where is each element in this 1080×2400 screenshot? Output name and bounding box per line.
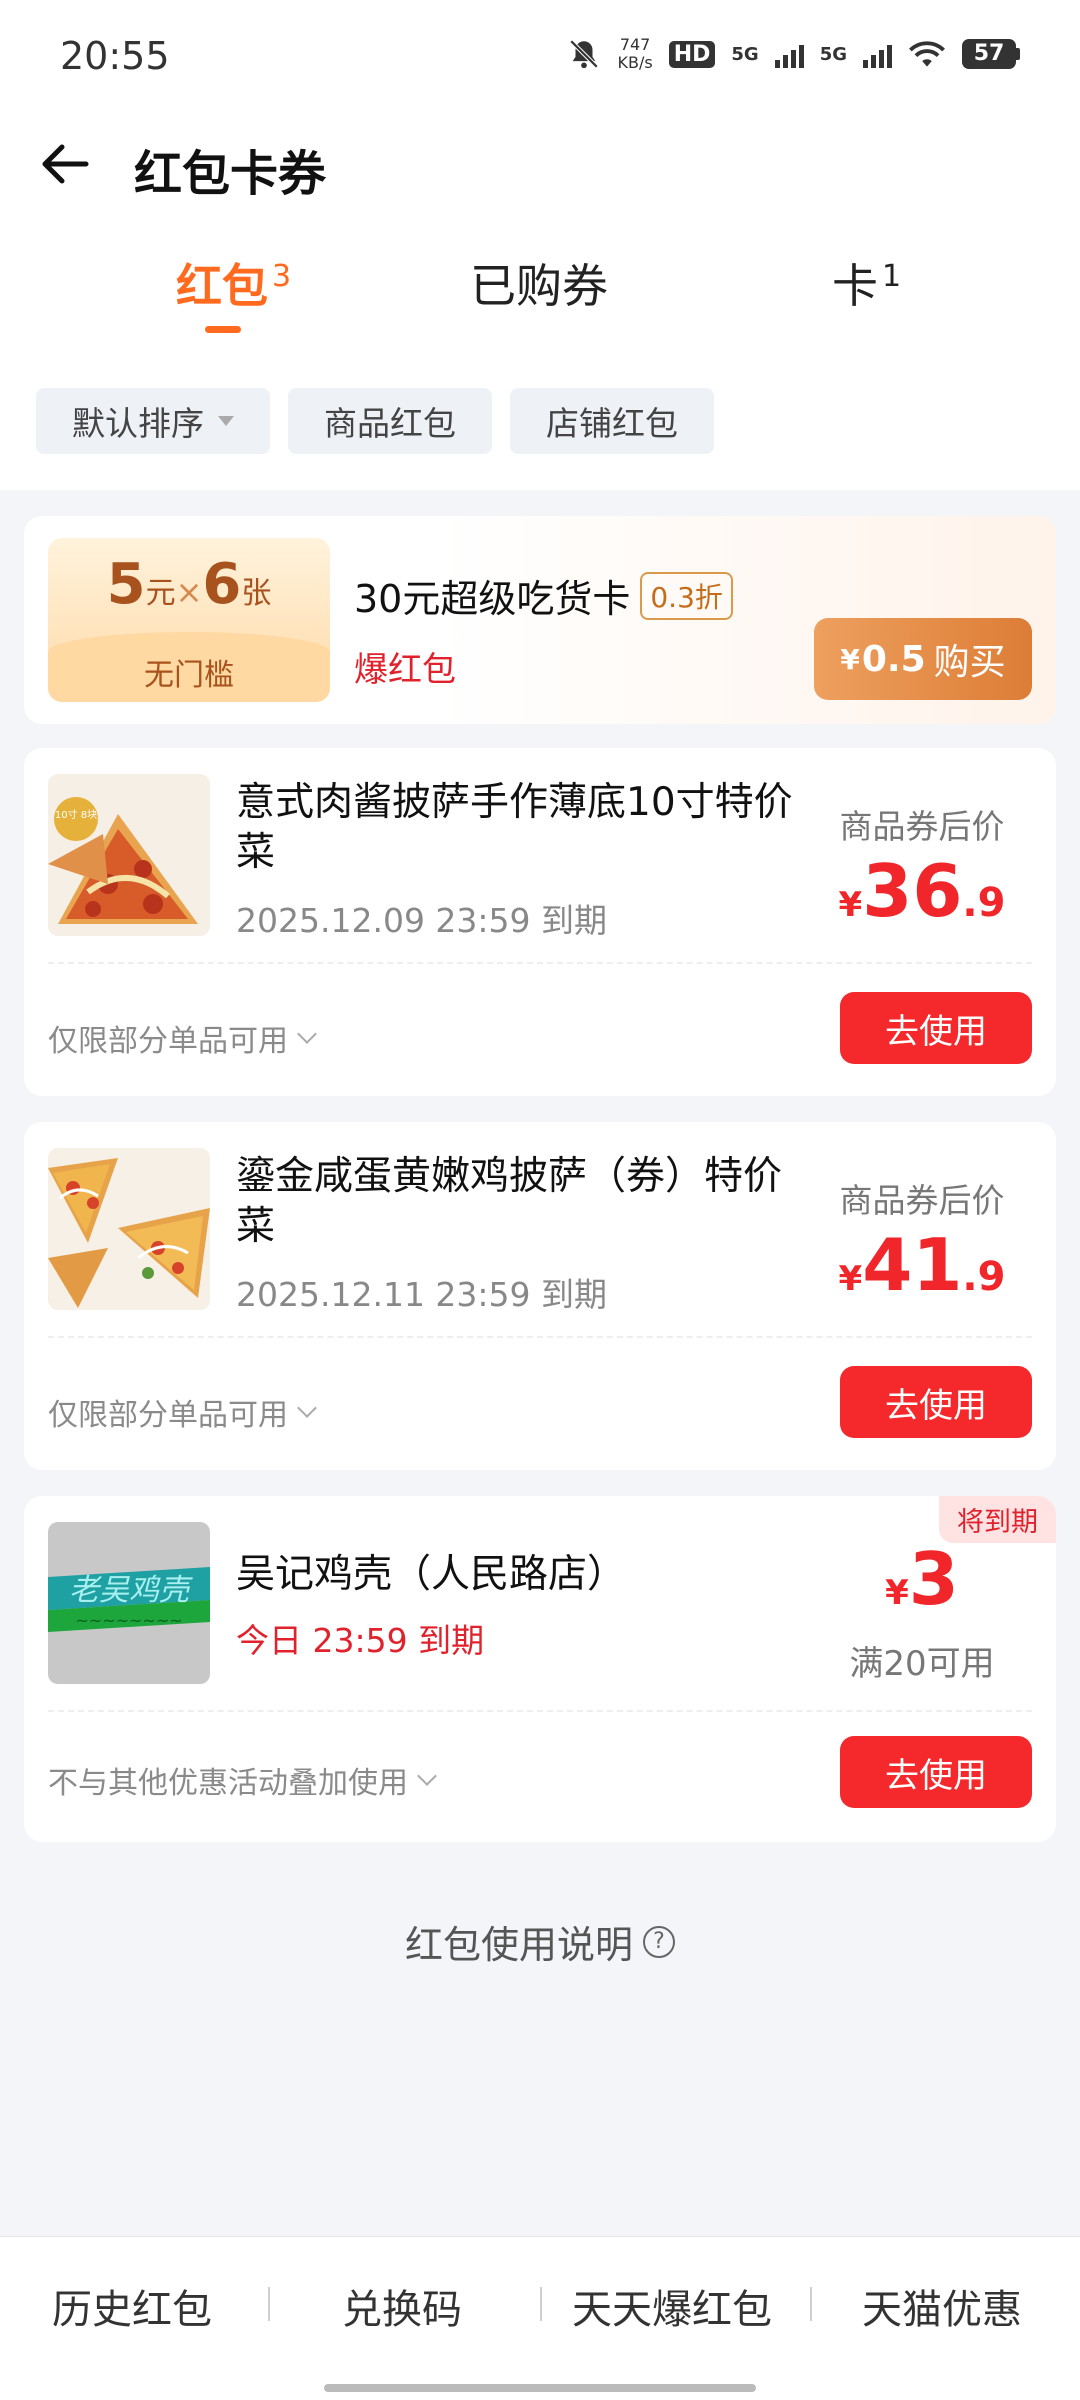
page-header: 红包卡券 — [0, 120, 1080, 210]
price-area: 商品券后价 ¥41.9 — [812, 1174, 1032, 1322]
usage-rule-toggle[interactable]: 不与其他优惠活动叠加使用 — [48, 1758, 437, 1802]
nav-separator — [268, 2287, 270, 2321]
signal-label-1: 5G — [731, 43, 759, 65]
chevron-down-icon — [297, 1398, 317, 1418]
battery-icon: 57 — [962, 39, 1020, 69]
page-title: 红包卡券 — [134, 146, 327, 202]
buy-button[interactable]: ¥0.5 购买 — [814, 618, 1032, 700]
promo-card[interactable]: 5元×6张 无门槛 30元超级吃货卡 0.3折 爆红包 ¥0.5 购买 — [24, 516, 1056, 724]
price-area: 商品券后价 ¥36.9 — [812, 800, 1032, 948]
product-name: 意式肉酱披萨手作薄底10寸特价菜 — [236, 780, 793, 875]
signal-icon — [774, 40, 804, 68]
caret-down-icon — [218, 416, 234, 426]
coupon-card[interactable]: 10寸 8块 意式肉酱披萨手作薄底10寸特价菜 2025.12.09 23:59… — [24, 748, 1056, 1096]
hd-icon: HD — [668, 40, 716, 68]
filter-bar: 默认排序 商品红包 店铺红包 — [36, 388, 714, 454]
signal-label-2: 5G — [819, 43, 847, 65]
product-image — [48, 1148, 210, 1310]
hongbao-help-link[interactable]: 红包使用说明 ? — [0, 1914, 1080, 1969]
product-image: 10寸 8块 — [48, 774, 210, 936]
expiry-date: 2025.12.11 23:59 到期 — [236, 1275, 608, 1314]
tab-count: 3 — [272, 258, 292, 294]
use-button[interactable]: 去使用 — [840, 1736, 1032, 1808]
price-label: 商品券后价 — [839, 1181, 1005, 1220]
help-circle-icon: ? — [643, 1925, 675, 1958]
use-button[interactable]: 去使用 — [840, 992, 1032, 1064]
use-button[interactable]: 去使用 — [840, 1366, 1032, 1438]
home-indicator[interactable] — [324, 2384, 756, 2392]
promo-amount: 5元×6张 — [106, 552, 272, 617]
coupon-card[interactable]: 将到期 老吴鸡壳 ~~~~~~~~ 吴记鸡壳（人民路店） 今日 23:59 到期… — [24, 1496, 1056, 1842]
coupon-price: ¥41.9 — [838, 1223, 1006, 1307]
status-bar: 20:55 747 KB/s HD 5G 5G 57 — [0, 0, 1080, 110]
usage-rule-toggle[interactable]: 仅限部分单品可用 — [48, 1016, 317, 1060]
product-name: 鎏金咸蛋黄嫩鸡披萨（券）特价菜 — [236, 1154, 783, 1249]
bell-off-icon — [570, 39, 599, 69]
discount-badge: 0.3折 — [640, 571, 733, 620]
nav-separator — [540, 2287, 542, 2321]
tab-purchased[interactable]: 已购券 — [470, 250, 608, 316]
active-tab-indicator — [205, 326, 241, 333]
promo-name: 30元超级吃货卡 0.3折 — [354, 568, 733, 623]
promo-threshold: 无门槛 — [144, 658, 234, 693]
svg-text:~~~~~~~~: ~~~~~~~~ — [75, 1611, 182, 1630]
nav-history-hongbao[interactable]: 历史红包 — [52, 2277, 212, 2335]
nav-tmall-offers[interactable]: 天猫优惠 — [862, 2277, 1022, 2335]
tab-count: 1 — [882, 258, 902, 294]
expiry-date: 今日 23:59 到期 — [236, 1621, 485, 1660]
expiry-date: 2025.12.09 23:59 到期 — [236, 901, 608, 940]
promo-tag: 爆红包 — [354, 650, 456, 690]
nav-daily-hongbao[interactable]: 天天爆红包 — [572, 2277, 772, 2335]
divider — [48, 962, 1032, 964]
divider — [48, 1710, 1032, 1712]
chevron-down-icon — [417, 1766, 437, 1786]
coupon-card[interactable]: 鎏金咸蛋黄嫩鸡披萨（券）特价菜 2025.12.11 23:59 到期 商品券后… — [24, 1122, 1056, 1470]
status-time: 20:55 — [60, 34, 170, 78]
filter-store-hongbao[interactable]: 店铺红包 — [510, 388, 714, 454]
bottom-nav: 历史红包 兑换码 天天爆红包 天猫优惠 — [0, 2236, 1080, 2400]
net-speed: 747 KB/s — [617, 35, 653, 72]
divider — [48, 1336, 1032, 1338]
price-label: 商品券后价 — [839, 807, 1005, 846]
nav-redeem-code[interactable]: 兑换码 — [342, 2277, 462, 2335]
chevron-down-icon — [297, 1024, 317, 1044]
coupon-amount: ¥3 — [885, 1537, 959, 1621]
price-area: ¥3 满20可用 — [812, 1536, 1032, 1685]
wifi-icon — [909, 41, 945, 67]
tab-bar: 红包 3 已购券 卡1 — [0, 250, 1080, 340]
thumb-badge-text: 10寸 8块 — [55, 808, 97, 821]
store-logo: 老吴鸡壳 ~~~~~~~~ — [48, 1522, 210, 1684]
store-name: 吴记鸡壳（人民路店） — [236, 1552, 627, 1597]
filter-product-hongbao[interactable]: 商品红包 — [288, 388, 492, 454]
nav-separator — [810, 2287, 812, 2321]
tab-hongbao[interactable]: 红包 3 — [176, 250, 291, 316]
promo-value-box: 5元×6张 无门槛 — [48, 538, 330, 702]
store-logo-text: 老吴鸡壳 — [69, 1573, 193, 1608]
usage-condition: 满20可用 — [849, 1644, 995, 1684]
coupon-price: ¥36.9 — [838, 849, 1006, 933]
tab-cards[interactable]: 卡1 — [832, 250, 901, 316]
status-icons: 747 KB/s HD 5G 5G 57 — [567, 36, 1020, 72]
back-arrow-icon[interactable] — [36, 134, 96, 194]
usage-rule-toggle[interactable]: 仅限部分单品可用 — [48, 1390, 317, 1434]
signal-icon-2 — [863, 40, 892, 68]
sort-dropdown[interactable]: 默认排序 — [36, 388, 270, 454]
